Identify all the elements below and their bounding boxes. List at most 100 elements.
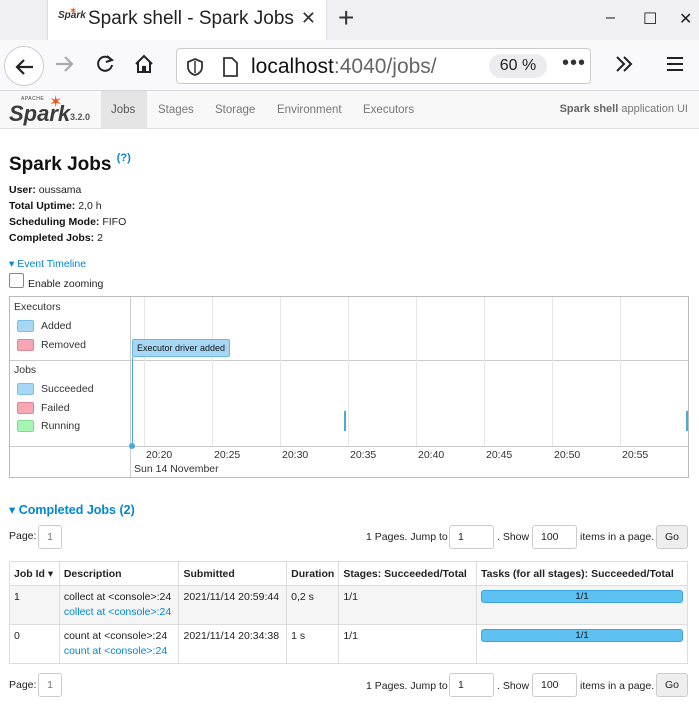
job-1-bar[interactable] (686, 411, 688, 431)
enable-zooming-label: Enable zooming (28, 278, 104, 290)
timeline-tick: 20:40 (418, 449, 445, 461)
tasks-progress-bar: 1/1 (481, 590, 683, 603)
job-description-link[interactable]: count at <console>:24 (64, 645, 175, 657)
jobs-group-label: Jobs (14, 364, 37, 376)
stages-cell: 1/1 (338, 624, 477, 664)
tab-storage[interactable]: Storage (205, 91, 265, 129)
page-icon (223, 57, 238, 77)
pager-label: Page: (9, 679, 37, 691)
duration-cell: 0,2 s (286, 585, 340, 625)
home-icon[interactable] (133, 53, 155, 75)
tab-stages[interactable]: Stages (148, 91, 204, 129)
go-button[interactable]: Go (656, 673, 688, 697)
zoom-level-button[interactable]: 60 % (489, 54, 547, 78)
shield-icon[interactable] (186, 57, 204, 77)
pages-text: 1 Pages. Jump to (366, 680, 448, 692)
hamburger-menu-icon[interactable] (664, 53, 686, 75)
forward-arrow-icon[interactable] (53, 53, 75, 75)
page-title: Spark Jobs (?) (9, 152, 131, 175)
column-header-stages[interactable]: Stages: Succeeded/Total (338, 561, 477, 586)
page-size-input[interactable]: 100 (532, 525, 577, 549)
completed-jobs-info: Completed Jobs: 2 (9, 232, 103, 244)
browser-tab-active[interactable]: Spark ✶ Spark shell - Spark Jobs ✕ (47, 0, 327, 40)
spark-version: 3.2.0 (70, 112, 91, 122)
timeline-gridline (348, 297, 349, 446)
page-number-button[interactable]: 1 (38, 525, 62, 549)
jump-to-page-input[interactable]: 1 (449, 525, 494, 549)
tab-executors[interactable]: Executors (353, 91, 424, 129)
description-cell: collect at <console>:24 collect at <conso… (58, 585, 180, 625)
show-text: . Show (497, 531, 530, 543)
reload-icon[interactable] (94, 53, 116, 75)
tab-environment[interactable]: Environment (267, 91, 352, 129)
back-button[interactable] (4, 46, 44, 86)
items-text: items in a page. (580, 680, 655, 692)
back-arrow-icon (15, 59, 33, 75)
completed-jobs-link[interactable]: Completed Jobs: (9, 232, 94, 244)
jump-to-page-input[interactable]: 1 (449, 673, 494, 697)
spark-star-icon: ✶ (49, 94, 63, 111)
go-button[interactable]: Go (656, 525, 688, 549)
job-id-cell: 0 (9, 624, 60, 664)
page-actions-icon[interactable]: ••• (562, 52, 586, 75)
timeline-tick: 20:45 (486, 449, 513, 461)
event-timeline-toggle[interactable]: ▾ Event Timeline (9, 258, 86, 270)
tasks-progress-bar: 1/1 (481, 629, 683, 642)
caret-down-icon: ▾ (9, 258, 15, 270)
app-name: Spark shell application UI (559, 103, 688, 115)
executor-event-dot (129, 443, 135, 449)
timeline-label-divider (130, 297, 131, 477)
tab-close-icon[interactable]: ✕ (301, 8, 316, 29)
enable-zooming-checkbox[interactable] (9, 273, 24, 288)
column-header-tasks[interactable]: Tasks (for all stages): Succeeded/Total (476, 561, 688, 586)
duration-cell: 1 s (286, 624, 340, 664)
executor-added-event[interactable]: Executor driver added (132, 339, 230, 357)
user-info: User: oussama (9, 184, 82, 196)
timeline-tick: 20:30 (282, 449, 309, 461)
tasks-cell: 1/1 (476, 624, 688, 664)
event-timeline[interactable]: Executors Added Removed Jobs Succeeded F… (9, 296, 689, 478)
scheduling-info: Scheduling Mode: FIFO (9, 216, 127, 228)
job-0-bar[interactable] (344, 411, 346, 431)
executor-event-marker (132, 357, 133, 446)
completed-jobs-table: Job Id ▾ Description Submitted Duration … (9, 561, 688, 664)
window-close-icon[interactable]: ✕ (679, 9, 692, 29)
timeline-gridline (484, 297, 485, 446)
items-text: items in a page. (580, 531, 655, 543)
column-header-job-id[interactable]: Job Id ▾ (9, 561, 60, 586)
column-header-submitted[interactable]: Submitted (178, 561, 288, 586)
timeline-tick: 20:55 (622, 449, 649, 461)
table-row: 1 collect at <console>:24 collect at <con… (9, 585, 688, 625)
spark-favicon-icon: Spark ✶ (58, 6, 86, 21)
tab-jobs[interactable]: Jobs (101, 91, 147, 129)
maximize-icon[interactable]: ☐ (643, 9, 657, 29)
new-tab-icon[interactable]: + (338, 3, 354, 33)
submitted-cell: 2021/11/14 20:34:38 (178, 624, 288, 664)
timeline-tick: 20:20 (146, 449, 173, 461)
help-link[interactable]: (?) (117, 152, 131, 164)
column-header-duration[interactable]: Duration (286, 561, 340, 586)
spark-logo[interactable]: APACHE Spark ✶ 3.2.0 (9, 94, 91, 126)
description-cell: count at <console>:24 count at <console>:… (58, 624, 180, 664)
timeline-tick: 20:25 (214, 449, 241, 461)
job-id-cell: 1 (9, 585, 60, 625)
overflow-chevron-icon[interactable] (613, 53, 635, 75)
timeline-gridline (552, 297, 553, 446)
page-size-input[interactable]: 100 (532, 673, 577, 697)
stages-cell: 1/1 (338, 585, 477, 625)
timeline-gridline (416, 297, 417, 446)
url-text[interactable]: localhost:4040/jobs/ (251, 55, 437, 79)
timeline-date: Sun 14 November (134, 463, 219, 475)
show-text: . Show (497, 680, 530, 692)
timeline-tick: 20:50 (554, 449, 581, 461)
submitted-cell: 2021/11/14 20:59:44 (178, 585, 288, 625)
pages-text: 1 Pages. Jump to (366, 531, 448, 543)
timeline-gridline (212, 297, 213, 446)
pager-label: Page: (9, 530, 37, 542)
column-header-description[interactable]: Description (58, 561, 180, 586)
completed-jobs-toggle[interactable]: ▾ Completed Jobs (2) (9, 502, 135, 517)
job-description-link[interactable]: collect at <console>:24 (64, 606, 175, 618)
minimize-icon[interactable]: – (606, 9, 615, 27)
page-number-button[interactable]: 1 (38, 673, 62, 697)
timeline-tick: 20:35 (350, 449, 377, 461)
